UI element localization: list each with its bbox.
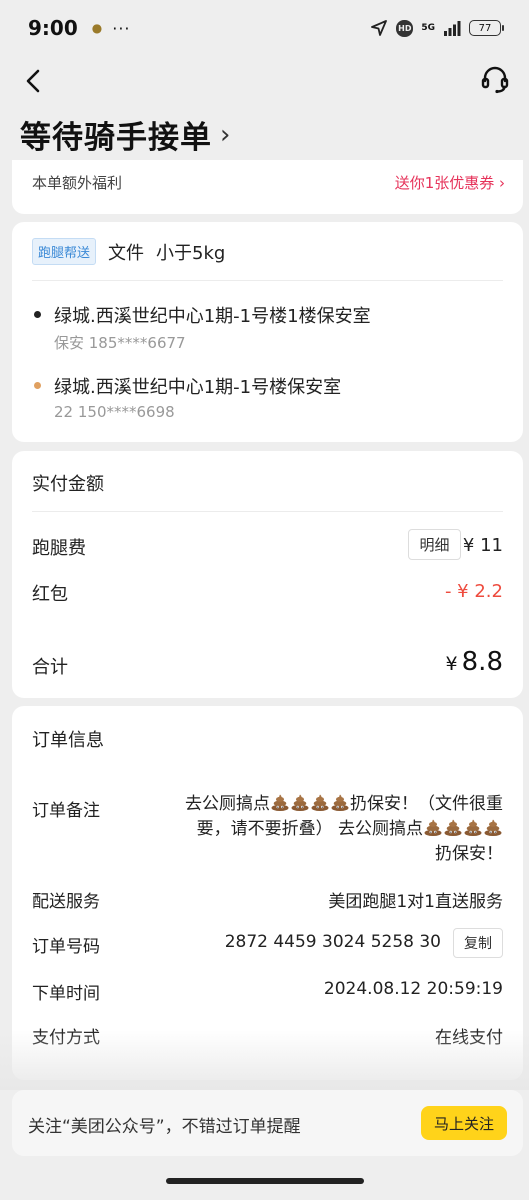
page-title: 等待骑手接单 [20,120,212,156]
poop-emoji-icon [271,794,289,811]
network-type: 5G [421,22,435,33]
page-title-row[interactable]: 等待骑手接单 › [20,112,230,157]
chevron-right-icon: › [220,119,231,150]
total-currency: ¥ [445,653,458,675]
note-line-1: 去公厕搞点 扔保安！（文件很重 [151,792,503,817]
fee-detail-button[interactable]: 明细 [408,529,461,560]
task-card: 跑腿帮送 文件 小于5kg 绿城.西溪世纪中心1期-1号楼1楼保安室 保安 18… [12,222,523,442]
note-text: 扔保安！ [435,844,503,864]
errand-fee-label: 跑腿费 [32,538,86,559]
redpacket-label: 红包 [32,584,68,605]
status-icons: HD 5G 77 [370,19,504,37]
more-notifications-icon: ··· [112,18,131,38]
scroll-fade [0,1030,529,1090]
poop-emoji-icon [444,819,462,836]
order-note-label: 订单备注 [32,801,100,821]
hd-icon: HD [396,19,414,37]
customer-service-icon[interactable] [479,64,511,96]
copy-order-number-button[interactable]: 复制 [453,928,503,958]
follow-text: 关注“美团公众号”，不错过订单提醒 [28,1117,301,1137]
follow-button[interactable]: 马上关注 [421,1106,507,1140]
coupon-link[interactable]: 送你1张优惠券 › [395,172,505,193]
redpacket-value: - ¥ 2.2 [444,581,503,602]
order-note-value: 去公厕搞点 扔保安！（文件很重 要，请不要折叠） 去公厕搞点 扔保安！ [151,792,503,867]
status-time: 9:00 [28,16,78,40]
dropoff-address-text: 绿城.西溪世纪中心1期-1号楼保安室 [54,377,342,398]
promo-label: 本单额外福利 [32,174,123,192]
dropoff-address: 绿城.西溪世纪中心1期-1号楼保安室 22 150****6698 [34,373,504,425]
payment-title: 实付金额 [32,474,104,495]
home-indicator[interactable] [166,1178,364,1184]
errand-fee-value: ¥ 11 [462,535,503,556]
dropoff-contact: 22 150****6698 [54,403,175,421]
back-arrow-icon[interactable] [20,66,50,96]
task-header: 跑腿帮送 文件 小于5kg [32,238,225,265]
signal-icon [444,21,461,36]
poop-emoji-icon [484,819,502,836]
divider [32,511,503,512]
divider [32,280,503,281]
delivery-service-value: 美团跑腿1对1直送服务 [328,892,503,912]
promo-card: 本单额外福利 送你1张优惠券 › [12,160,523,214]
payment-card: 实付金额 跑腿费 明细 ¥ 11 红包 - ¥ 2.2 合计 ¥8.8 [12,451,523,698]
order-number-label: 订单号码 [32,937,100,957]
poop-emoji-icon [424,819,442,836]
delivery-service-label: 配送服务 [32,892,100,912]
total-value: 8.8 [461,647,503,677]
note-line-2: 要，请不要折叠） 去公厕搞点 [151,817,503,842]
pickup-address-text: 绿城.西溪世纪中心1期-1号楼1楼保安室 [54,306,371,327]
location-icon [371,20,388,36]
poop-emoji-icon [464,819,482,836]
poop-emoji-icon [311,794,329,811]
order-time-label: 下单时间 [32,984,100,1004]
notification-icon: ● [91,21,103,35]
status-bar: 9:00 ● ··· HD 5G 77 [0,0,529,56]
pickup-dot-icon [34,311,41,318]
pickup-contact: 保安 185****6677 [54,334,186,352]
note-line-3: 扔保安！ [151,842,503,867]
item-weight: 小于5kg [156,242,226,264]
follow-banner: 关注“美团公众号”，不错过订单提醒 马上关注 [12,1090,523,1156]
pickup-address: 绿城.西溪世纪中心1期-1号楼1楼保安室 保安 185****6677 [34,302,504,354]
order-info-title: 订单信息 [32,730,104,751]
note-text: 去公厕搞点 [185,794,270,814]
item-type: 文件 [108,242,145,264]
order-time-value: 2024.08.12 20:59:19 [323,979,503,999]
nav-bar [0,56,529,106]
poop-emoji-icon [291,794,309,811]
note-text: 扔保安！（文件很重 [350,794,503,814]
battery-icon: 77 [469,20,504,36]
total-label: 合计 [32,657,68,678]
order-number-value: 2872 4459 3024 5258 30 [224,932,441,952]
total-amount: ¥8.8 [446,647,503,677]
order-info-card: 订单信息 订单备注 去公厕搞点 扔保安！（文件很重 要，请不要折叠） 去公厕搞点 … [12,706,523,1080]
poop-emoji-icon [331,794,349,811]
dropoff-dot-icon [34,382,41,389]
service-tag: 跑腿帮送 [32,238,97,265]
note-text: 要，请不要折叠） 去公厕搞点 [196,819,423,839]
